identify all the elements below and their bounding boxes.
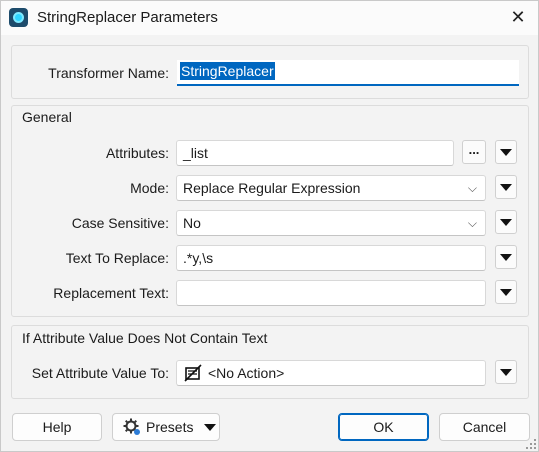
window-title: StringReplacer Parameters: [37, 9, 218, 26]
cancel-button[interactable]: Cancel: [439, 413, 530, 441]
case-sensitive-select[interactable]: No ⌵: [176, 210, 486, 236]
set-attribute-value-value: <No Action>: [208, 365, 285, 381]
case-sensitive-label: Case Sensitive:: [71, 215, 169, 231]
dropdown-arrow-icon: [500, 148, 512, 156]
resize-grip-icon[interactable]: [526, 439, 536, 449]
mode-value: Replace Regular Expression: [183, 180, 361, 196]
replacement-text-label: Replacement Text:: [53, 285, 169, 301]
attributes-menu-button[interactable]: [495, 140, 517, 164]
case-sensitive-menu-button[interactable]: [495, 210, 517, 234]
transformer-name-label: Transformer Name:: [48, 65, 169, 81]
no-text-group-title: If Attribute Value Does Not Contain Text: [22, 330, 268, 346]
text-to-replace-field[interactable]: .*y,\s: [176, 245, 486, 271]
attributes-label: Attributes:: [105, 145, 169, 161]
attributes-picker-button[interactable]: ...: [462, 140, 486, 164]
text-to-replace-label: Text To Replace:: [65, 250, 169, 266]
ok-button[interactable]: OK: [338, 413, 429, 441]
attributes-field[interactable]: _list: [176, 140, 454, 166]
set-attribute-value-field[interactable]: <No Action>: [176, 360, 486, 386]
transformer-name-value: StringReplacer: [180, 62, 275, 80]
general-group-title: General: [22, 109, 72, 125]
no-action-icon: [184, 364, 202, 382]
dropdown-arrow-icon: [500, 218, 512, 226]
chevron-down-icon: ⌵: [467, 181, 477, 195]
replacement-text-field[interactable]: [176, 280, 486, 306]
transformer-name-input[interactable]: StringReplacer: [177, 60, 519, 86]
mode-menu-button[interactable]: [495, 175, 517, 199]
dropdown-arrow-icon: [500, 183, 512, 191]
mode-select[interactable]: Replace Regular Expression ⌵: [176, 175, 486, 201]
presets-button[interactable]: Presets: [112, 413, 220, 441]
presets-dropdown-arrow-icon: [204, 424, 216, 431]
dropdown-arrow-icon: [500, 368, 512, 376]
fme-app-icon: [9, 8, 28, 27]
mode-label: Mode:: [130, 180, 169, 196]
text-to-replace-menu-button[interactable]: [495, 245, 517, 269]
dialog-window: StringReplacer Parameters ✕ Transformer …: [0, 0, 539, 452]
set-attribute-value-label: Set Attribute Value To:: [31, 365, 169, 381]
presets-label: Presets: [146, 419, 194, 435]
set-attribute-value-menu-button[interactable]: [495, 360, 517, 384]
replacement-text-menu-button[interactable]: [495, 280, 517, 304]
title-bar: StringReplacer Parameters ✕: [1, 1, 538, 35]
dropdown-arrow-icon: [500, 288, 512, 296]
help-button[interactable]: Help: [12, 413, 102, 441]
gear-icon: [123, 418, 140, 435]
close-icon[interactable]: ✕: [506, 5, 530, 29]
dropdown-arrow-icon: [500, 253, 512, 261]
case-sensitive-value: No: [183, 215, 201, 231]
chevron-down-icon: ⌵: [467, 216, 477, 230]
